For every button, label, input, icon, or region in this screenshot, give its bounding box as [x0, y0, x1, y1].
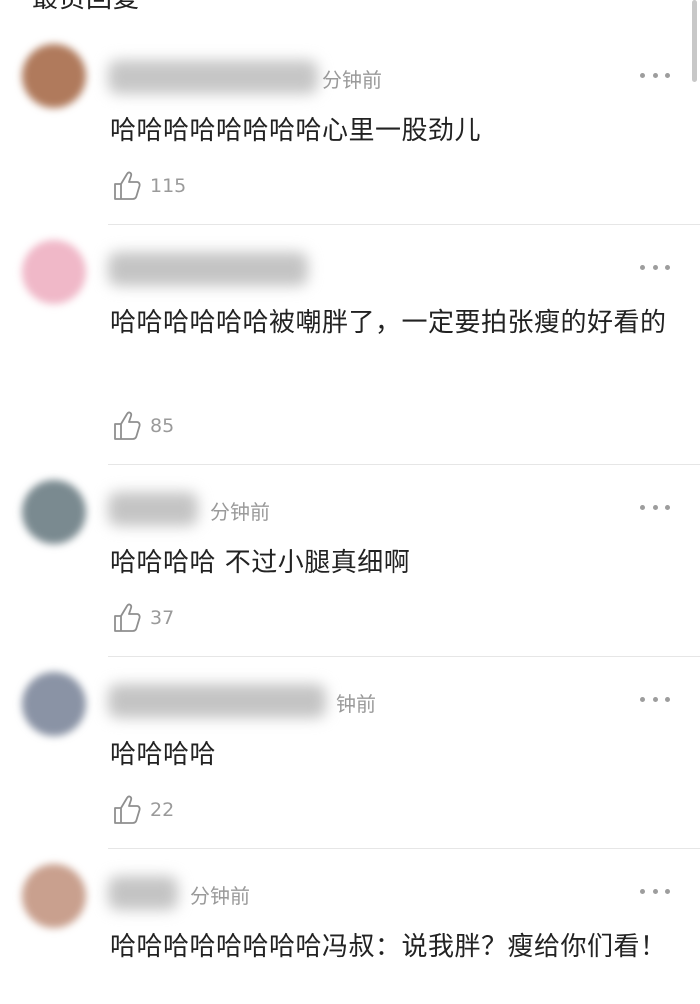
comment-time: 分钟前 — [190, 884, 250, 908]
thumbs-up-icon — [114, 795, 141, 824]
avatar[interactable] — [22, 480, 86, 544]
more-dots-icon[interactable] — [640, 694, 670, 704]
like-count: 85 — [150, 415, 175, 437]
avatar[interactable] — [22, 44, 86, 108]
avatar[interactable] — [22, 672, 86, 736]
thumbs-up-icon — [114, 603, 141, 632]
thumbs-up-icon — [114, 171, 141, 200]
comment-text: 哈哈哈哈 不过小腿真细啊 — [110, 548, 411, 578]
divider — [108, 656, 700, 657]
like-count: 22 — [150, 799, 175, 821]
avatar[interactable] — [22, 864, 86, 928]
comment-time: 分钟前 — [322, 68, 382, 92]
more-dots-icon[interactable] — [640, 886, 670, 896]
section-title: 最员回复 — [32, 0, 140, 15]
comment-text: 哈哈哈哈 — [110, 740, 217, 770]
comment-text: 哈哈哈哈哈哈哈哈冯叔：说我胖？瘦给你们看！ — [110, 932, 667, 962]
username-blurred[interactable] — [108, 252, 308, 286]
comment-text: 哈哈哈哈哈哈哈哈心里一股劲儿 — [110, 116, 482, 146]
comment-time: 钟前 — [336, 692, 376, 716]
more-dots-icon[interactable] — [640, 502, 670, 512]
thumbs-up-icon — [114, 411, 141, 440]
divider — [108, 848, 700, 849]
like-button[interactable]: 85 — [112, 408, 174, 444]
avatar[interactable] — [22, 240, 86, 304]
like-count: 37 — [150, 607, 175, 629]
scrollbar[interactable] — [692, 0, 697, 82]
username-blurred[interactable] — [108, 876, 178, 910]
like-count: 115 — [150, 175, 187, 197]
like-button[interactable]: 37 — [112, 600, 174, 636]
comment-text: 哈哈哈哈哈哈被嘲胖了，一定要拍张瘦的好看的 — [110, 308, 667, 338]
username-blurred[interactable] — [108, 492, 198, 526]
username-blurred[interactable] — [108, 60, 318, 94]
more-dots-icon[interactable] — [640, 70, 670, 80]
username-blurred[interactable] — [108, 684, 326, 718]
divider — [108, 464, 700, 465]
divider — [108, 224, 700, 225]
comment-time: 分钟前 — [210, 500, 270, 524]
like-button[interactable]: 115 — [112, 168, 186, 204]
more-dots-icon[interactable] — [640, 262, 670, 272]
like-button[interactable]: 22 — [112, 792, 174, 828]
